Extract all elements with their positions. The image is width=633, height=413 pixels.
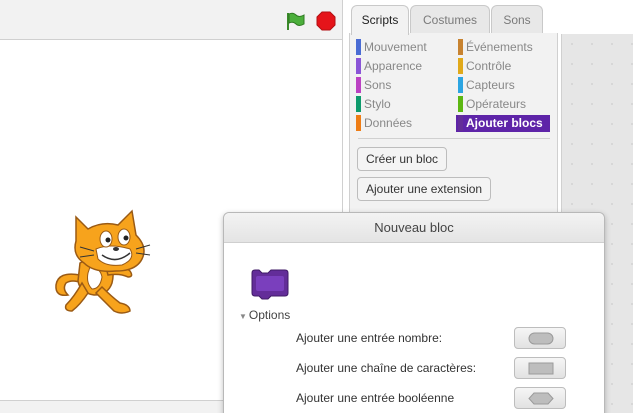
block-preview-icon[interactable] [249,267,291,301]
number-input-icon [528,332,554,345]
new-block-dialog: Nouveau bloc ▼ Options Ajouter une entrée… [223,212,605,413]
scratch-cat-sprite[interactable] [50,205,155,317]
tab-scripts[interactable]: Scripts [351,5,409,35]
option-boolean-label: Ajouter une entrée booléenne [296,391,455,405]
category-swatch [458,96,463,112]
category-more-blocks[interactable]: Ajouter blocs [456,115,550,132]
palette-divider [358,138,550,139]
category-swatch [356,77,361,93]
green-flag-icon[interactable] [284,10,306,32]
category-label: Apparence [364,59,423,73]
category-label: Contrôle [466,59,512,73]
category-label: Stylo [364,97,391,111]
tab-sounds[interactable]: Sons [491,5,543,34]
category-swatch [356,96,361,112]
stage-header [0,0,343,40]
option-number-label: Ajouter une entrée nombre: [296,331,443,345]
category-swatch [458,77,463,93]
add-string-input-button[interactable] [514,357,566,379]
category-control[interactable]: Contrôle [456,58,550,75]
category-swatch [356,58,361,74]
category-label: Capteurs [466,78,515,92]
tab-costumes[interactable]: Costumes [410,5,490,34]
category-looks[interactable]: Apparence [354,58,448,75]
category-swatch [458,39,463,55]
category-label: Événements [466,40,533,54]
category-swatch [458,115,463,131]
category-motion[interactable]: Mouvement [354,39,448,56]
options-label: Options [248,308,291,322]
category-swatch [356,39,361,55]
category-pen[interactable]: Stylo [354,96,448,113]
category-sensing[interactable]: Capteurs [456,77,550,94]
triangle-down-icon: ▼ [239,312,247,321]
category-swatch [356,115,361,131]
block-palette: Mouvement Apparence Sons Stylo Données É… [349,33,558,215]
category-data[interactable]: Données [354,115,448,132]
tabs-bar: Scripts Costumes Sons [344,0,633,35]
category-label: Mouvement [364,40,427,54]
category-events[interactable]: Événements [456,39,550,56]
option-string-label: Ajouter une chaîne de caractères: [296,361,477,375]
category-label: Ajouter blocs [466,116,543,130]
add-extension-button[interactable]: Ajouter une extension [357,177,492,201]
dialog-title: Nouveau bloc [224,213,604,243]
category-label: Données [364,116,413,130]
add-number-input-button[interactable] [514,327,566,349]
stop-sign-icon[interactable] [316,11,336,31]
category-label: Opérateurs [466,97,527,111]
options-toggle[interactable]: ▼ Options [239,308,290,322]
category-operators[interactable]: Opérateurs [456,96,550,113]
category-label: Sons [364,78,392,92]
category-sound[interactable]: Sons [354,77,448,94]
string-input-icon [528,362,554,375]
add-boolean-input-button[interactable] [514,387,566,409]
category-swatch [458,58,463,74]
make-block-button[interactable]: Créer un bloc [357,147,448,171]
boolean-input-icon [528,392,554,405]
